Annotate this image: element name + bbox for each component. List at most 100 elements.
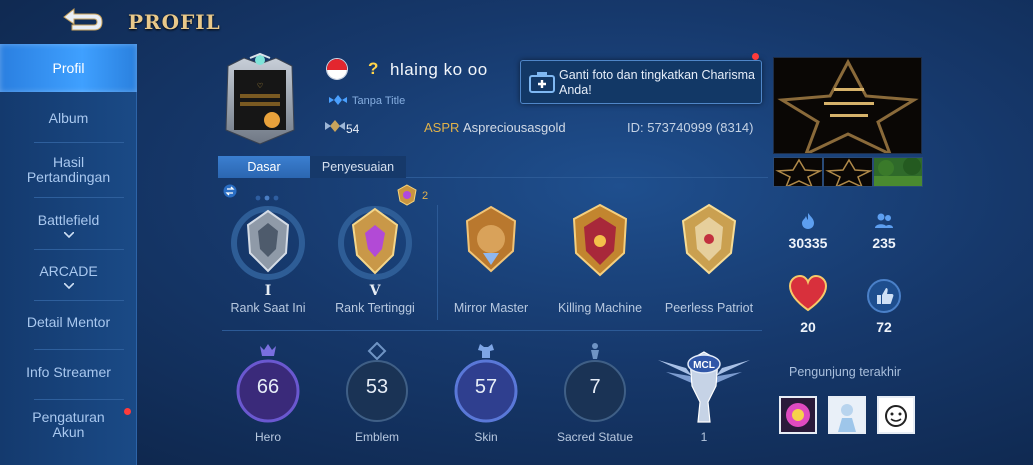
chevron-down-icon: [63, 282, 74, 289]
sidebar-item-pengaturan-akun[interactable]: Pengaturan Akun: [0, 404, 137, 446]
badge-count: 2: [422, 190, 429, 202]
sidebar-divider: [34, 142, 124, 143]
visitor-avatar-3[interactable]: [877, 396, 915, 434]
sidebar-divider: [34, 197, 124, 198]
change-photo-tooltip[interactable]: Ganti foto dan tingkatkan Charisma Anda!: [520, 60, 762, 104]
charisma-value: 20: [800, 319, 816, 335]
sidebar-item-label: Battlefield: [37, 211, 100, 228]
sidebar: Profil Album Hasil Pertandingan Battlefi…: [0, 44, 137, 465]
sidebar-item-label: Info Streamer: [26, 363, 111, 380]
sidebar-item-label: Detail Mentor: [26, 313, 111, 330]
section-divider: [222, 330, 762, 331]
player-level: 54: [346, 122, 360, 136]
stat-value: 7: [589, 376, 601, 398]
add-photo-icon: [529, 71, 555, 98]
squad-tag[interactable]: ASPR: [424, 120, 459, 135]
medal-mirror-master[interactable]: Mirror Master: [436, 203, 546, 343]
sidebar-item-battlefield[interactable]: Battlefield: [0, 204, 137, 246]
player-id[interactable]: ID: 573740999 (8314): [627, 120, 753, 135]
heart-icon: [788, 274, 828, 312]
sidebar-item-detail-mentor[interactable]: Detail Mentor: [0, 306, 137, 338]
notification-dot: [752, 53, 759, 60]
sidebar-item-profil[interactable]: Profil: [0, 44, 137, 92]
sidebar-divider: [34, 300, 124, 301]
medal-label: Rank Saat Ini: [230, 301, 306, 315]
tab-penyesuaian[interactable]: Penyesuaian: [310, 156, 406, 178]
visitor-avatar-2[interactable]: [828, 396, 866, 434]
cover-image[interactable]: [773, 57, 922, 154]
charisma-stat[interactable]: 20: [778, 274, 838, 335]
sidebar-item-label: Profil: [52, 59, 85, 76]
star-collage-image: [774, 58, 921, 153]
medal-label: Mirror Master: [453, 301, 529, 315]
top-bar: PROFIL: [0, 0, 1033, 44]
player-name: hlaing ko oo: [390, 60, 488, 79]
followers-stat[interactable]: 235: [854, 212, 914, 251]
svg-text:♡: ♡: [257, 82, 263, 90]
sidebar-item-label: ARCADE: [39, 262, 98, 279]
tab-dasar[interactable]: Dasar: [218, 156, 310, 178]
mcl-trophy-icon: MCL: [658, 351, 750, 423]
thumbs-up-icon: [867, 279, 901, 313]
rank-gold-icon: [338, 206, 412, 280]
notification-dot: [124, 408, 131, 415]
cover-thumbnail-2[interactable]: [823, 157, 873, 187]
stat-label: Hero: [254, 430, 281, 444]
sidebar-divider: [34, 399, 124, 400]
killing-machine-medal-icon: [572, 203, 628, 277]
stat-sacred-statue[interactable]: 7 Sacred Statue: [545, 342, 645, 452]
stat-label: Emblem: [354, 430, 399, 444]
sidebar-item-label: Album: [48, 109, 89, 126]
stat-mcl[interactable]: MCL 1: [654, 342, 754, 452]
mirror-master-medal-icon: [465, 205, 517, 273]
medal-highest-rank[interactable]: V Rank Tertinggi: [320, 203, 430, 343]
squad-name[interactable]: Aspreciousasgold: [463, 120, 566, 135]
sidebar-item-album[interactable]: Album: [0, 98, 137, 138]
sidebar-item-hasil-pertandingan[interactable]: Hasil Pertandingan: [0, 147, 137, 193]
rank-tier: V: [369, 283, 381, 299]
likes-stat[interactable]: 72: [854, 278, 914, 335]
sidebar-item-info-streamer[interactable]: Info Streamer: [0, 356, 137, 388]
rank-silver-icon: [231, 206, 305, 280]
medal-label: Peerless Patriot: [664, 301, 754, 315]
medal-peerless-patriot[interactable]: Peerless Patriot: [654, 203, 764, 343]
back-arrow-icon[interactable]: [58, 6, 108, 36]
popularity-stat[interactable]: 30335: [778, 212, 838, 251]
stat-label: 1: [700, 430, 708, 444]
player-title: Tanpa Title: [352, 95, 406, 107]
stat-skin[interactable]: 57 Skin: [436, 342, 536, 452]
followers-icon: [875, 213, 893, 228]
title-wings-icon: [328, 93, 348, 112]
likes-value: 72: [876, 319, 892, 335]
tooltip-text: Ganti foto dan tingkatkan Charisma Anda!: [559, 68, 755, 97]
peerless-patriot-medal-icon: [681, 203, 737, 275]
medal-label: Rank Tertinggi: [335, 301, 415, 315]
page-title: PROFIL: [128, 10, 221, 34]
sidebar-item-label: Pengaturan Akun: [32, 409, 105, 440]
stat-label: Skin: [474, 430, 498, 444]
medal-killing-machine[interactable]: Killing Machine: [545, 203, 655, 343]
sidebar-item-label: Hasil Pertandingan: [26, 154, 111, 185]
stat-value: 66: [256, 376, 280, 398]
stat-emblem[interactable]: 53 Emblem: [327, 342, 427, 452]
rank-tier: I: [264, 283, 272, 299]
stat-label: Sacred Statue: [556, 430, 634, 444]
recent-visitors-label: Pengunjung terakhir: [789, 365, 901, 379]
sidebar-item-arcade[interactable]: ARCADE: [0, 255, 137, 297]
sidebar-divider: [34, 249, 124, 250]
player-avatar[interactable]: ♡: [220, 52, 300, 146]
mcl-logo-text: MCL: [693, 360, 715, 371]
sidebar-divider: [34, 349, 124, 350]
name-prefix: ?: [368, 59, 379, 78]
visitor-avatar-1[interactable]: [779, 396, 817, 434]
medal-current-rank[interactable]: I Rank Saat Ini: [213, 203, 323, 343]
followers-value: 235: [872, 235, 896, 251]
swap-icon[interactable]: [223, 184, 237, 203]
stat-value: 53: [365, 376, 389, 398]
chevron-down-icon: [63, 231, 74, 238]
level-wings-icon: [324, 119, 346, 138]
stat-value: 57: [474, 376, 498, 398]
cover-thumbnail-1[interactable]: [773, 157, 823, 187]
stat-hero[interactable]: 66 Hero: [218, 342, 318, 452]
cover-thumbnail-3[interactable]: [873, 157, 923, 187]
